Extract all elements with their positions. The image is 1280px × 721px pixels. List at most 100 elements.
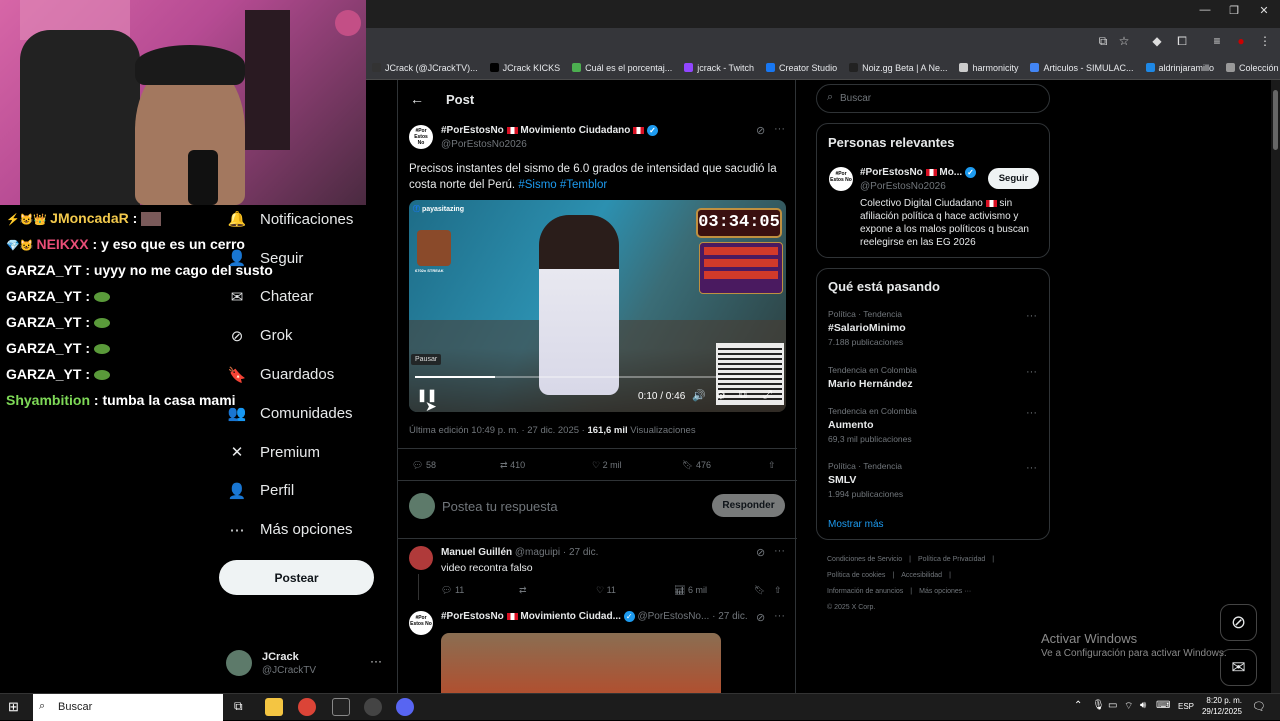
pip-icon[interactable]: ⧉ xyxy=(739,389,747,402)
post-hashtags[interactable]: #Sismo #Temblor xyxy=(518,179,607,191)
network-icon[interactable]: ▭ xyxy=(1108,700,1117,711)
wifi-icon[interactable]: ⌔ xyxy=(1124,700,1133,713)
nav-item-comunidades[interactable]: 👥 Comunidades xyxy=(216,394,391,433)
keyboard-icon[interactable]: ⌨ xyxy=(1156,700,1170,711)
minimize-button[interactable]: — xyxy=(1195,4,1215,16)
share-icon[interactable]: ⇧ xyxy=(768,460,776,471)
browser-menu-icon[interactable]: ⋮ xyxy=(1256,34,1274,48)
settings-icon[interactable]: ⚙ xyxy=(716,389,726,402)
more-icon[interactable]: ··· xyxy=(1026,462,1037,474)
more-icon[interactable]: ··· xyxy=(370,654,382,668)
extensions-puzzle-icon[interactable]: ⧠ xyxy=(1173,34,1191,49)
trend-name[interactable]: Mario Hernández xyxy=(828,378,913,390)
language-indicator[interactable]: ESP xyxy=(1178,702,1194,711)
avatar[interactable]: #Por Estos No xyxy=(409,125,433,149)
repost-action[interactable]: ⇄ 410 xyxy=(500,460,525,471)
post-handle[interactable]: @PorEstosNo2026 xyxy=(441,139,527,150)
scrollbar-thumb[interactable] xyxy=(1273,90,1278,150)
more-icon[interactable]: ··· xyxy=(774,610,785,622)
progress-track[interactable] xyxy=(415,376,780,378)
more-icon[interactable]: ··· xyxy=(774,545,785,557)
footer-link[interactable]: Accesibilidad xyxy=(901,572,942,579)
show-more-link[interactable]: Mostrar más xyxy=(828,519,884,530)
back-arrow-icon[interactable]: ← xyxy=(410,91,424,107)
chrome-icon[interactable] xyxy=(298,698,316,716)
bookmark-action[interactable]: 🔖︎ 476 xyxy=(682,460,711,471)
bookmark-item[interactable]: Noiz.gg Beta | A Ne... xyxy=(843,63,953,73)
notifications-icon[interactable]: 🗨︎ xyxy=(1252,700,1266,713)
nav-item-chatear[interactable]: ✉ Chatear xyxy=(216,278,391,317)
volume-icon[interactable]: 🔊 xyxy=(692,389,706,402)
nav-item-grok[interactable]: ⊘ Grok xyxy=(216,316,391,355)
profile-avatar-icon[interactable]: ● xyxy=(1232,34,1250,48)
bookmark-item[interactable]: Articulos - SIMULAC... xyxy=(1024,63,1139,73)
follow-button[interactable]: Seguir xyxy=(988,168,1039,189)
install-app-icon[interactable]: ⧉ xyxy=(1094,34,1112,49)
fullscreen-icon[interactable]: ⤢ xyxy=(763,389,772,402)
grok-icon[interactable]: ⊘ xyxy=(756,124,765,137)
reply-author[interactable]: #PorEstosNo xyxy=(441,611,504,622)
more-icon[interactable]: ··· xyxy=(1026,366,1037,378)
post-author[interactable]: #PorEstosNo Movimiento Ciudadano ✓ xyxy=(441,125,658,136)
avatar[interactable]: #Por Estos No xyxy=(829,167,853,191)
trend-name[interactable]: Aumento xyxy=(828,419,874,431)
reply-handle[interactable]: @maguipi · 27 dic. xyxy=(515,547,599,558)
footer-link[interactable]: Política de Privacidad xyxy=(918,556,985,563)
grok-icon[interactable]: ⊘ xyxy=(756,546,765,559)
clock-time[interactable]: 8:20 p. m. xyxy=(1204,696,1242,705)
reply-action[interactable]: 💬︎ 11 xyxy=(441,585,464,596)
more-icon[interactable]: ··· xyxy=(774,123,785,135)
nav-item-guardados[interactable]: 🔖 Guardados xyxy=(216,355,391,394)
search-input[interactable]: ⌕ Buscar xyxy=(816,84,1050,113)
restore-button[interactable]: ❐ xyxy=(1224,4,1244,17)
bookmark-item[interactable]: JCrack (@JCrackTV)... xyxy=(366,63,484,73)
more-icon[interactable]: ··· xyxy=(1026,407,1037,419)
more-icon[interactable]: ··· xyxy=(1026,310,1037,322)
bookmark-item[interactable]: Cuál es el porcentaj... xyxy=(566,63,678,73)
bookmark-item[interactable]: harmonicity xyxy=(953,63,1024,73)
footer-link[interactable]: Más opciones ··· xyxy=(919,588,971,595)
bookmark-item[interactable]: jcrack - Twitch xyxy=(678,63,760,73)
relevant-handle[interactable]: @PorEstosNo2026 xyxy=(860,181,946,192)
nav-item-premium[interactable]: ✕ Premium xyxy=(216,433,391,472)
grok-float-button[interactable]: ⊘ xyxy=(1220,604,1257,641)
footer-link[interactable]: Información de anuncios xyxy=(827,588,903,595)
footer-link[interactable]: © 2025 X Corp. xyxy=(827,604,875,611)
media-controls-icon[interactable]: ≡ xyxy=(1208,34,1226,48)
footer-link[interactable]: Política de cookies xyxy=(827,572,885,579)
nav-item-notificaciones[interactable]: 🔔 Notificaciones xyxy=(216,200,391,239)
relevant-name[interactable]: #PorEstosNo Mo... ✓ xyxy=(860,167,976,178)
nav-item-perfil[interactable]: 👤 Perfil xyxy=(216,472,391,511)
account-switcher[interactable]: JCrack @JCrackTV ··· xyxy=(226,648,386,680)
reply-handle[interactable]: @PorEstosNo... · 27 dic. xyxy=(637,611,747,622)
bookmark-icon[interactable]: 🔖︎ xyxy=(754,585,765,596)
reply-author[interactable]: Manuel Guillén xyxy=(441,547,512,558)
close-window-button[interactable]: ✕ xyxy=(1254,4,1274,17)
epic-games-icon[interactable] xyxy=(332,698,350,716)
reply-input[interactable]: Postea tu respuesta xyxy=(442,499,558,514)
trend-name[interactable]: SMLV xyxy=(828,474,856,486)
reply-media[interactable] xyxy=(441,633,721,693)
avatar[interactable]: #Por Estos No xyxy=(409,611,433,635)
taskbar-search[interactable]: ⌕ Buscar xyxy=(33,694,223,721)
reply-author-suffix[interactable]: Movimiento Ciudad... xyxy=(520,611,621,622)
windows-start-icon[interactable]: ⊞ xyxy=(8,699,19,715)
repost-icon[interactable]: ⇄ xyxy=(519,585,527,596)
clock-date[interactable]: 29/12/2025 xyxy=(1200,707,1242,716)
nav-item-más-opciones[interactable]: ⋯ Más opciones xyxy=(216,510,391,549)
trend-name[interactable]: #SalarioMinimo xyxy=(828,322,906,334)
microphone-icon[interactable]: 🎙︎ xyxy=(1092,700,1105,711)
extension-icon[interactable]: ◆ xyxy=(1148,34,1166,48)
share-icon[interactable]: ⇧ xyxy=(774,585,782,596)
bookmark-item[interactable]: aldrinjaramillo xyxy=(1140,63,1221,73)
nav-item-seguir[interactable]: 👤 Seguir xyxy=(216,239,391,278)
bookmark-item[interactable]: Colección de M_blei... xyxy=(1220,63,1280,73)
avatar[interactable] xyxy=(409,546,433,570)
bookmark-item[interactable]: JCrack KICKS xyxy=(484,63,567,73)
bookmark-item[interactable]: Creator Studio xyxy=(760,63,843,73)
reply-button[interactable]: Responder xyxy=(712,494,785,517)
like-action[interactable]: ♡ 2 mil xyxy=(592,460,622,471)
discord-icon[interactable] xyxy=(396,698,414,716)
file-explorer-icon[interactable] xyxy=(265,698,283,716)
post-edit-time[interactable]: Última edición 10:49 p. m. · 27 dic. 202… xyxy=(409,425,585,436)
